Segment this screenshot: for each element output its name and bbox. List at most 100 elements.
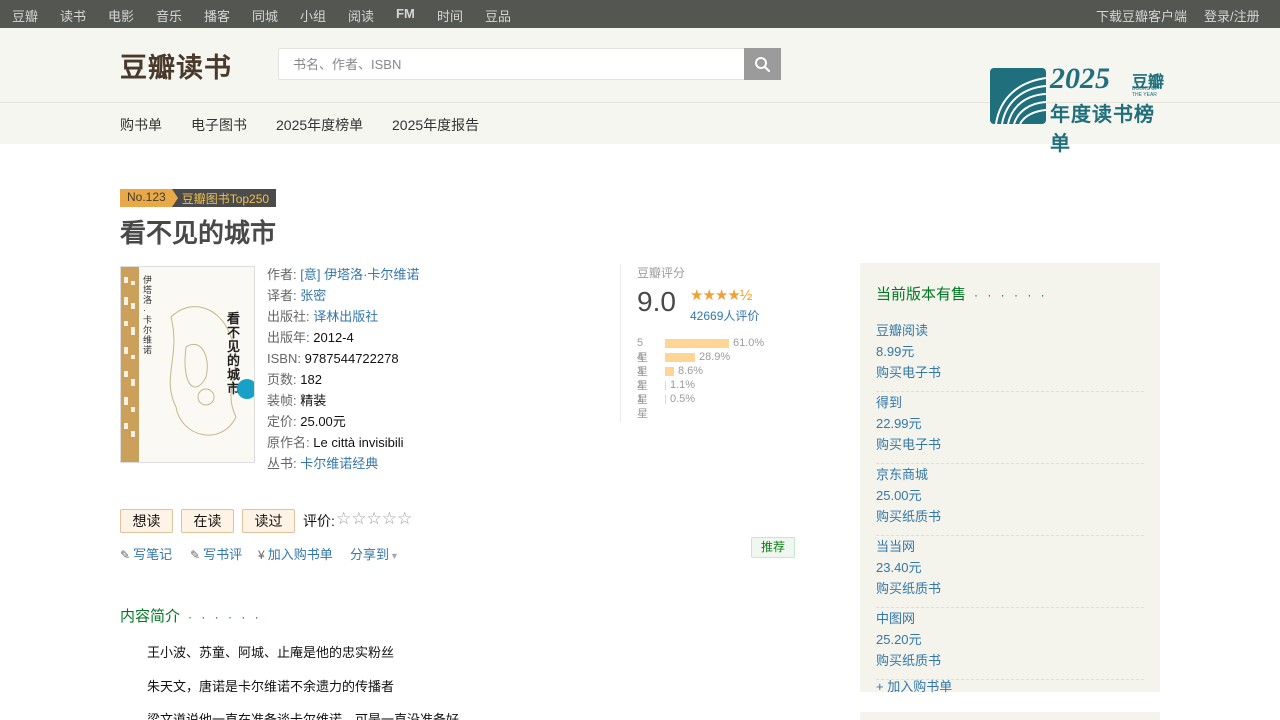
- rating-stars: ★★★★½: [690, 287, 752, 304]
- reading-button[interactable]: 在读: [181, 509, 234, 533]
- write-note-link[interactable]: ✎ 写笔记: [120, 544, 172, 563]
- nav-market[interactable]: 豆品: [485, 6, 511, 25]
- annual-subtitle: BOOKS OF THE YEAR: [1132, 86, 1159, 98]
- vendor-item: 豆瓣阅读 8.99元 购买电子书: [876, 320, 1144, 392]
- nav-fm[interactable]: FM: [396, 6, 415, 21]
- nav-read[interactable]: 阅读: [348, 6, 374, 25]
- vendor-price[interactable]: 22.99元: [876, 413, 922, 432]
- vendor-price[interactable]: 25.00元: [876, 485, 922, 504]
- publisher-link[interactable]: 译林出版社: [313, 309, 378, 324]
- rating-panel: 豆瓣评分 9.0 ★★★★½ 42669人评价 5星 61.0% 4星 28.9% 3星…: [620, 264, 820, 422]
- vendor-price[interactable]: 8.99元: [876, 341, 914, 360]
- author-link[interactable]: [意] 伊塔洛·卡尔维诺: [300, 267, 419, 282]
- series-label: 丛书:: [267, 456, 297, 471]
- sidebar-next-section: [860, 712, 1160, 720]
- subnav-annual-report[interactable]: 2025年度报告: [392, 115, 479, 135]
- rating-dist-bar: [665, 395, 666, 404]
- price-label: 定价:: [267, 414, 297, 429]
- rating-dist-bar: [665, 353, 695, 362]
- rating-score: 9.0: [637, 286, 676, 317]
- isbn-value: 9787544722278: [304, 351, 399, 366]
- original-title-label: 原作名:: [267, 435, 310, 450]
- original-title-value: Le città invisibili: [313, 435, 404, 450]
- rate-stars-input: ☆☆☆☆☆: [336, 509, 412, 529]
- vendor-name[interactable]: 中图网: [876, 608, 915, 627]
- subnav-booklist[interactable]: 购书单: [120, 115, 162, 135]
- vendor-name[interactable]: 得到: [876, 392, 902, 411]
- top250-badge[interactable]: No.123 豆瓣图书Top250: [120, 189, 277, 207]
- rating-dist-percent: 28.9%: [699, 351, 731, 363]
- nav-podcast[interactable]: 播客: [204, 6, 230, 25]
- douban-book-logo[interactable]: 豆瓣读书: [120, 46, 232, 85]
- vendor-buy-link[interactable]: 购买纸质书: [876, 506, 941, 525]
- series-link[interactable]: 卡尔维诺经典: [300, 456, 378, 471]
- rate-star-4[interactable]: ☆: [382, 509, 397, 528]
- rating-title: 豆瓣评分: [637, 266, 686, 280]
- recommend-button[interactable]: 推荐: [751, 537, 795, 558]
- vendor-price[interactable]: 25.20元: [876, 629, 922, 648]
- rate-star-2[interactable]: ☆: [351, 509, 366, 528]
- cover-spine: [121, 267, 139, 462]
- write-review-link[interactable]: ✎ 写书评: [190, 544, 242, 563]
- pubyear-value: 2012-4: [313, 330, 354, 345]
- site-header: 豆瓣读书 购书单 电子图书 2025年度榜单 2025年度报告 2025 豆瓣: [0, 28, 1280, 155]
- purchase-sidebar: 当前版本有售 · · · · · · 豆瓣阅读 8.99元 购买电子书 得到 22…: [860, 263, 1160, 695]
- vendor-buy-link[interactable]: 购买纸质书: [876, 650, 941, 669]
- search-input[interactable]: [278, 48, 744, 80]
- vendor-buy-link[interactable]: 购买电子书: [876, 362, 941, 381]
- rate-star-5[interactable]: ☆: [397, 509, 412, 528]
- nav-group[interactable]: 小组: [300, 6, 326, 25]
- pages-label: 页数:: [267, 372, 297, 387]
- yen-icon: ¥: [258, 548, 265, 562]
- vendor-name[interactable]: 当当网: [876, 536, 915, 555]
- isbn-label: ISBN:: [267, 351, 301, 366]
- rating-dist-percent: 8.6%: [678, 365, 704, 377]
- vendor-item: 京东商城 25.00元 购买纸质书: [876, 464, 1144, 536]
- intro-heading-text: 内容简介: [120, 608, 181, 625]
- vendor-item: 得到 22.99元 购买电子书: [876, 392, 1144, 464]
- add-to-booklist-link[interactable]: + 加入购书单: [876, 676, 952, 695]
- vendor-buy-link[interactable]: 购买纸质书: [876, 578, 941, 597]
- annual-year: 2025: [1050, 62, 1110, 95]
- rating-dist-label: 1星: [637, 393, 648, 420]
- translator-label: 译者:: [267, 288, 297, 303]
- translator-link[interactable]: 张密: [300, 288, 326, 303]
- login-link[interactable]: 登录/注册: [1204, 6, 1260, 25]
- rating-dist-bar: [665, 381, 666, 390]
- rate-star-1[interactable]: ☆: [336, 509, 351, 528]
- rate-star-3[interactable]: ☆: [367, 509, 382, 528]
- nav-time[interactable]: 时间: [437, 6, 463, 25]
- nav-music[interactable]: 音乐: [156, 6, 182, 25]
- add-to-cart-link[interactable]: ¥ 加入购书单: [258, 544, 333, 563]
- nav-location[interactable]: 同城: [252, 6, 278, 25]
- intro-line: 朱天文，唐诺是卡尔维诺不余遗力的传播者: [147, 679, 395, 694]
- nav-douban[interactable]: 豆瓣: [12, 6, 38, 25]
- purchase-heading: 当前版本有售 · · · · · ·: [876, 283, 1048, 304]
- vendor-price[interactable]: 23.40元: [876, 557, 922, 576]
- search-button[interactable]: [744, 48, 781, 80]
- annual-list-banner[interactable]: 2025 豆瓣 BOOKS OF THE YEAR 年度读书榜单: [990, 62, 1170, 155]
- subnav-ebooks[interactable]: 电子图书: [191, 115, 247, 135]
- binding-value: 精装: [300, 393, 327, 408]
- intro-line: 王小波、苏童、阿城、止庵是他的忠实粉丝: [147, 645, 395, 660]
- intro-line: 梁文道说他一直在准备谈卡尔维诺，可是一直没准备好: [147, 712, 460, 720]
- add-to-cart-label: 加入购书单: [267, 547, 333, 562]
- share-link[interactable]: 分享到▼: [350, 544, 399, 563]
- search-bar: [278, 48, 781, 80]
- rank-number: No.123: [120, 189, 172, 207]
- rating-count-link[interactable]: 42669人评价: [690, 307, 759, 324]
- subnav-annual-list[interactable]: 2025年度榜单: [276, 115, 363, 135]
- vendor-buy-link[interactable]: 购买电子书: [876, 434, 941, 453]
- search-icon: [755, 57, 771, 73]
- nav-movie[interactable]: 电影: [108, 6, 134, 25]
- rating-dist-percent: 0.5%: [670, 393, 696, 405]
- download-app-link[interactable]: 下载豆瓣客户端: [1096, 6, 1187, 25]
- have-read-button[interactable]: 读过: [242, 509, 295, 533]
- global-nav: 豆瓣 读书 电影 音乐 播客 同城 小组 阅读 FM 时间 豆品 下载豆瓣客户端…: [0, 0, 1280, 28]
- want-to-read-button[interactable]: 想读: [120, 509, 173, 533]
- vendor-name[interactable]: 豆瓣阅读: [876, 320, 928, 339]
- nav-book[interactable]: 读书: [60, 6, 86, 25]
- book-cover[interactable]: 伊塔洛·卡尔维诺 看不见的城市: [120, 266, 255, 463]
- pencil-icon: ✎: [190, 548, 201, 562]
- vendor-name[interactable]: 京东商城: [876, 464, 928, 483]
